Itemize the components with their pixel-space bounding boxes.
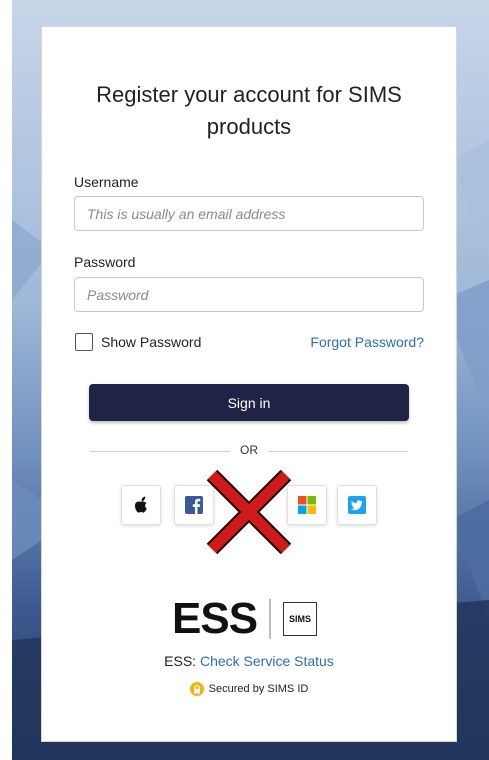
ess-sims-logo: ESS SIMS xyxy=(172,594,318,643)
page-title: Register your account for SIMS products xyxy=(96,82,402,139)
apple-signin-button[interactable] xyxy=(121,485,161,525)
sims-logo-box: SIMS xyxy=(283,602,318,636)
twitter-signin-button[interactable] xyxy=(337,485,377,525)
show-password-label: Show Password xyxy=(101,334,202,350)
login-card: Register your account for SIMS products … xyxy=(41,26,457,742)
red-cross-overlay-icon xyxy=(206,469,292,555)
logo-divider xyxy=(269,599,272,639)
check-service-status-link[interactable]: Check Service Status xyxy=(200,653,334,669)
facebook-icon xyxy=(185,496,203,514)
username-label: Username xyxy=(74,174,139,190)
or-label: OR xyxy=(240,443,258,457)
status-prefix: ESS: xyxy=(164,653,197,669)
password-input[interactable] xyxy=(74,277,424,312)
username-input[interactable] xyxy=(74,196,424,231)
service-status: ESS: Check Service Status xyxy=(42,653,456,669)
password-label: Password xyxy=(74,254,136,270)
forgot-password-link[interactable]: Forgot Password? xyxy=(310,334,424,350)
show-password-toggle[interactable]: Show Password xyxy=(75,333,201,351)
ess-logo-text: ESS xyxy=(172,594,258,643)
microsoft-icon xyxy=(298,496,316,514)
apple-icon xyxy=(134,496,147,513)
secured-label: Secured by SIMS ID xyxy=(208,683,309,695)
show-password-checkbox[interactable] xyxy=(75,333,93,351)
secured-by-badge: Secured by SIMS ID xyxy=(42,682,456,696)
lock-icon xyxy=(189,682,204,696)
twitter-icon xyxy=(348,496,366,514)
sign-in-button[interactable]: Sign in xyxy=(89,384,409,421)
